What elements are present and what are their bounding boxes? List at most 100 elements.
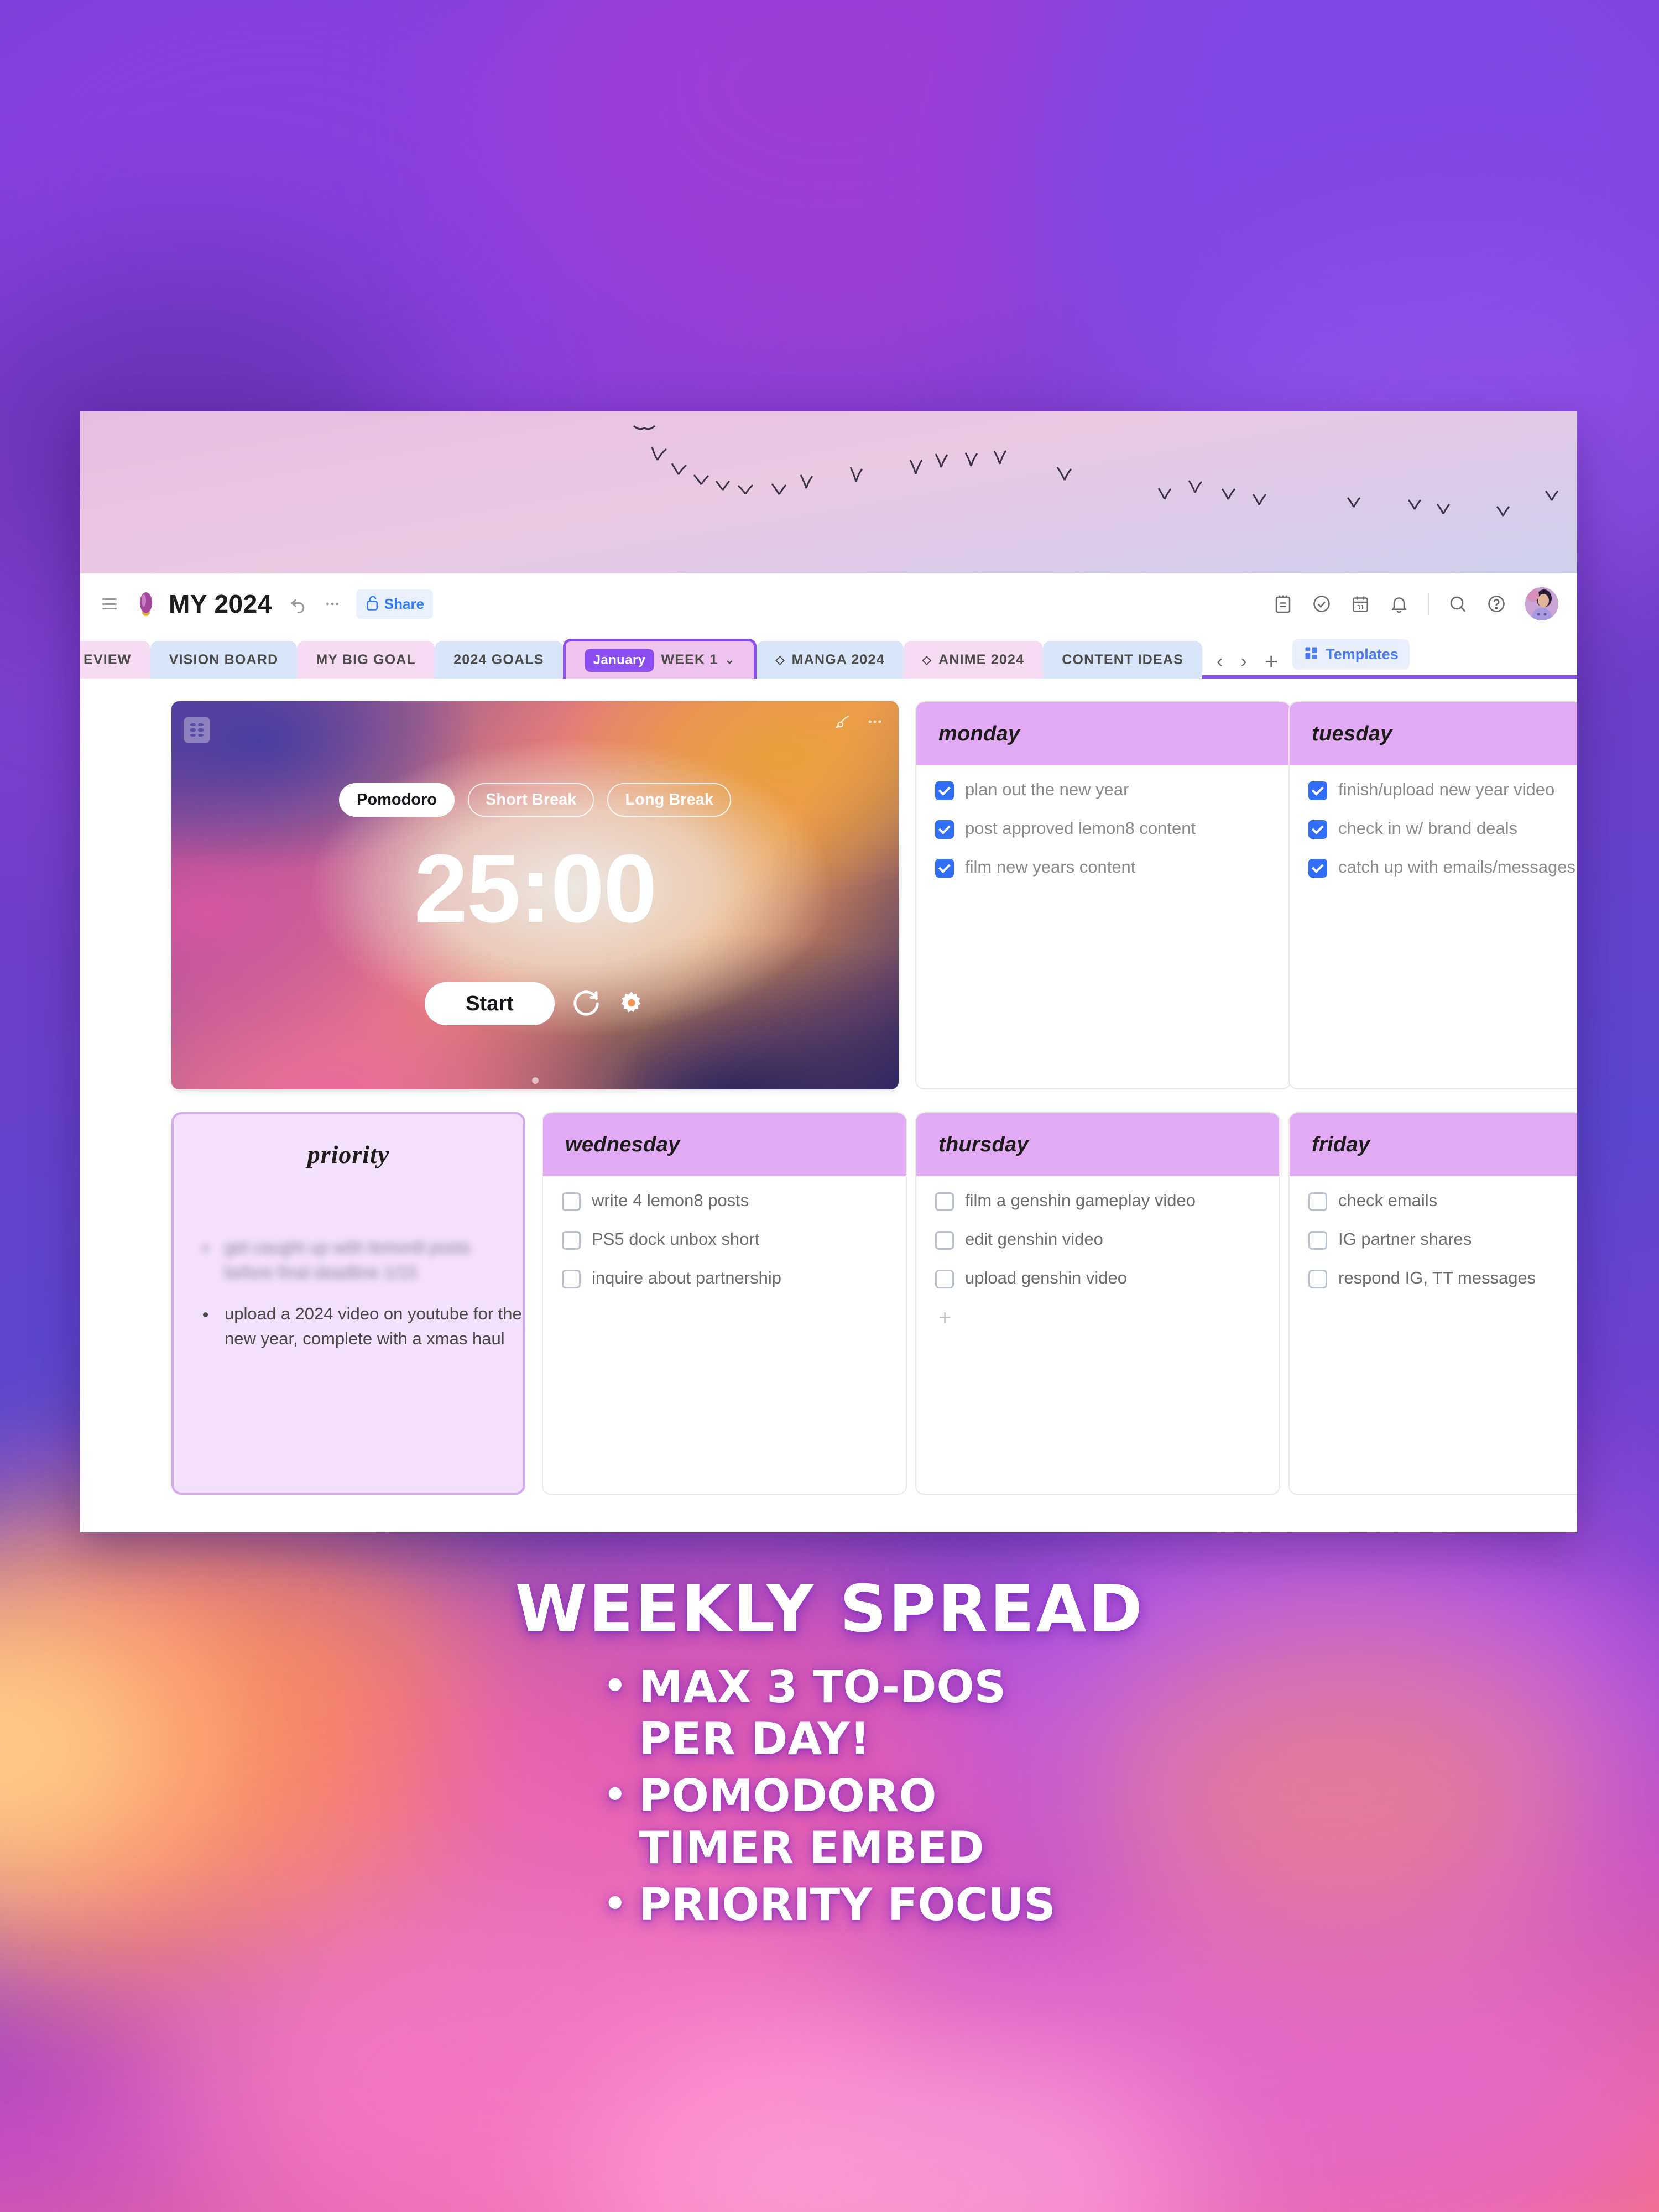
todo-item[interactable]: check emails bbox=[1308, 1191, 1577, 1211]
tab-2024-goals[interactable]: 2024 GOALS bbox=[435, 641, 563, 679]
checkbox[interactable] bbox=[562, 1231, 581, 1250]
todo-label: check in w/ brand deals bbox=[1338, 818, 1517, 838]
todo-label: post approved lemon8 content bbox=[965, 818, 1196, 838]
bird-shape bbox=[715, 479, 731, 492]
bell-icon[interactable] bbox=[1389, 594, 1409, 614]
tab-manga-2024[interactable]: ◇ MANGA 2024 bbox=[757, 641, 904, 679]
mode-long-break-button[interactable]: Long Break bbox=[607, 783, 731, 817]
pomodoro-timer-embed[interactable]: Pomodoro Short Break Long Break 25:00 St… bbox=[171, 701, 899, 1089]
tab-year-in-review[interactable]: EVIEW bbox=[80, 641, 150, 679]
todo-item[interactable]: write 4 lemon8 posts bbox=[562, 1191, 887, 1211]
checkbox[interactable] bbox=[1308, 781, 1327, 800]
day-title: friday bbox=[1312, 1133, 1370, 1156]
diamond-icon: ◇ bbox=[922, 653, 932, 666]
tab-label: MANGA 2024 bbox=[791, 651, 885, 667]
bird-shape bbox=[1347, 495, 1361, 509]
avatar[interactable] bbox=[1525, 587, 1558, 620]
notepad-icon[interactable] bbox=[1273, 594, 1293, 614]
checkbox[interactable] bbox=[935, 1270, 954, 1288]
tab-vision-board[interactable]: VISION BOARD bbox=[150, 641, 298, 679]
day-card-body: finish/upload new year video check in w/… bbox=[1290, 765, 1577, 878]
checkbox[interactable] bbox=[562, 1192, 581, 1211]
caption-bullet: • PRIORITY FOCUS bbox=[603, 1879, 1056, 1931]
todo-label: IG partner shares bbox=[1338, 1229, 1472, 1249]
tab-next-button[interactable]: › bbox=[1234, 652, 1253, 671]
bullet-glyph: • bbox=[603, 1773, 627, 1816]
tab-week-1[interactable]: January WEEK 1 ⌄ bbox=[562, 639, 757, 679]
tab-my-big-goal[interactable]: MY BIG GOAL bbox=[297, 641, 435, 679]
tab-content-ideas[interactable]: CONTENT IDEAS bbox=[1043, 641, 1203, 679]
checkbox[interactable] bbox=[1308, 1231, 1327, 1250]
day-card-body: check emails IG partner shares respond I… bbox=[1290, 1176, 1577, 1288]
todo-item[interactable]: IG partner shares bbox=[1308, 1229, 1577, 1250]
embed-toolbar bbox=[836, 713, 883, 730]
tab-anime-2024[interactable]: ◇ ANIME 2024 bbox=[903, 641, 1044, 679]
bird-shape bbox=[1496, 504, 1510, 518]
bird-shape bbox=[693, 473, 709, 487]
calendar-icon[interactable]: 31 bbox=[1350, 594, 1370, 614]
checkbox[interactable] bbox=[935, 781, 954, 800]
check-circle-icon[interactable] bbox=[1312, 594, 1332, 614]
bird-shape bbox=[1220, 487, 1236, 501]
todo-item[interactable]: finish/upload new year video bbox=[1308, 780, 1577, 800]
day-title: tuesday bbox=[1312, 722, 1392, 745]
templates-button[interactable]: Templates bbox=[1292, 639, 1410, 670]
checkbox[interactable] bbox=[1308, 820, 1327, 839]
bird-shape bbox=[934, 452, 948, 469]
search-icon[interactable] bbox=[1448, 594, 1468, 614]
todo-item[interactable]: film a genshin gameplay video bbox=[935, 1191, 1260, 1211]
checkbox[interactable] bbox=[935, 1231, 954, 1250]
todo-item[interactable]: check in w/ brand deals bbox=[1308, 818, 1577, 839]
todo-label: catch up with emails/messages bbox=[1338, 857, 1576, 877]
checkbox[interactable] bbox=[1308, 859, 1327, 878]
gear-icon[interactable] bbox=[618, 990, 645, 1018]
more-dots-icon[interactable] bbox=[324, 596, 341, 612]
day-card-monday: monday plan out the new year post approv… bbox=[915, 701, 1291, 1089]
start-button[interactable]: Start bbox=[425, 982, 555, 1025]
lock-open-icon bbox=[365, 594, 379, 614]
drag-handle-icon[interactable] bbox=[184, 717, 210, 743]
todo-item[interactable]: post approved lemon8 content bbox=[935, 818, 1271, 839]
templates-grid-icon bbox=[1303, 645, 1319, 664]
day-card-thursday: thursday film a genshin gameplay video e… bbox=[915, 1112, 1280, 1495]
more-dots-icon[interactable] bbox=[867, 713, 883, 730]
checkbox[interactable] bbox=[562, 1270, 581, 1288]
day-title: monday bbox=[938, 722, 1020, 745]
day-card-body: write 4 lemon8 posts PS5 dock unbox shor… bbox=[543, 1176, 906, 1288]
caption-bullet-text: MAX 3 TO-DOS PER DAY! bbox=[639, 1661, 1006, 1765]
tab-add-button[interactable]: + bbox=[1258, 650, 1285, 673]
todo-item[interactable]: catch up with emails/messages bbox=[1308, 857, 1577, 878]
checkbox[interactable] bbox=[935, 820, 954, 839]
add-todo-button[interactable]: + bbox=[935, 1307, 1260, 1329]
tab-prev-button[interactable]: ‹ bbox=[1210, 652, 1229, 671]
reset-icon[interactable] bbox=[571, 989, 601, 1019]
todo-item[interactable]: edit genshin video bbox=[935, 1229, 1260, 1250]
todo-item[interactable]: film new years content bbox=[935, 857, 1271, 878]
paintbrush-icon[interactable] bbox=[836, 713, 852, 730]
bullet-glyph: • bbox=[603, 1665, 627, 1707]
chevron-down-icon[interactable]: ⌄ bbox=[725, 653, 735, 667]
day-card-header: tuesday bbox=[1290, 702, 1577, 765]
share-button[interactable]: Share bbox=[356, 589, 434, 619]
todo-label: film a genshin gameplay video bbox=[965, 1191, 1196, 1210]
checkbox[interactable] bbox=[1308, 1192, 1327, 1211]
todo-item[interactable]: upload genshin video bbox=[935, 1268, 1260, 1288]
caption-bullet-text: PRIORITY FOCUS bbox=[639, 1879, 1056, 1931]
bird-shape bbox=[1157, 487, 1172, 501]
todo-item[interactable]: PS5 dock unbox short bbox=[562, 1229, 887, 1250]
hamburger-icon[interactable] bbox=[102, 598, 117, 609]
checkbox[interactable] bbox=[935, 859, 954, 878]
help-circle-icon[interactable] bbox=[1486, 594, 1506, 614]
divider bbox=[1428, 593, 1429, 615]
todo-item[interactable]: inquire about partnership bbox=[562, 1268, 887, 1288]
undo-icon[interactable] bbox=[289, 594, 307, 613]
bird-shape bbox=[909, 458, 923, 476]
checkbox[interactable] bbox=[1308, 1270, 1327, 1288]
todo-item[interactable]: respond IG, TT messages bbox=[1308, 1268, 1577, 1288]
bird-shape bbox=[849, 466, 863, 483]
mode-pomodoro-button[interactable]: Pomodoro bbox=[339, 783, 455, 817]
todo-item[interactable]: plan out the new year bbox=[935, 780, 1271, 800]
mode-short-break-button[interactable]: Short Break bbox=[468, 783, 594, 817]
checkbox[interactable] bbox=[935, 1192, 954, 1211]
bird-shape bbox=[633, 425, 655, 435]
